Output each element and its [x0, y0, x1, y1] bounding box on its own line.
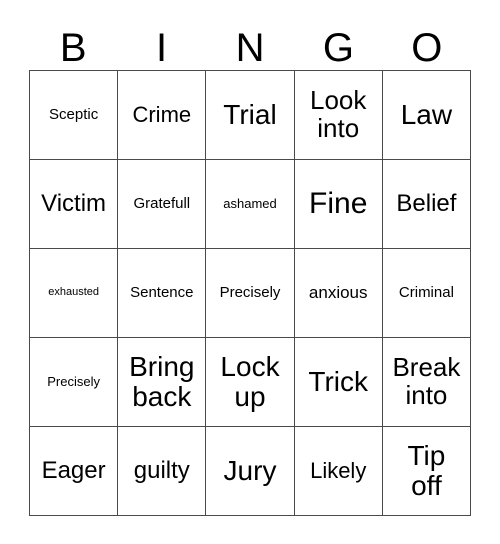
bingo-cell[interactable]: Break into	[382, 338, 472, 427]
bingo-card: B I N G O Sceptic Crime Trial Look into …	[0, 0, 500, 544]
bingo-cell[interactable]: Lock up	[206, 338, 295, 427]
bingo-cell[interactable]: ashamed	[206, 160, 295, 249]
bingo-cell-label: Sceptic	[49, 106, 99, 124]
bingo-cell-label: Trick	[308, 366, 369, 398]
bingo-cell[interactable]: Precisely	[30, 338, 119, 427]
bingo-cell[interactable]: Crime	[118, 71, 207, 160]
bingo-cell-label: Fine	[309, 187, 368, 221]
bingo-cell[interactable]: anxious	[294, 249, 383, 338]
bingo-cell[interactable]: Sceptic	[30, 71, 119, 160]
bingo-cell-label: exhausted	[48, 286, 99, 299]
bingo-row: Precisely Bring back Lock up Trick Break…	[30, 338, 472, 427]
bingo-row: Victim Gratefull ashamed Fine Belief	[30, 160, 472, 249]
bingo-cell-label: Criminal	[398, 284, 454, 302]
bingo-cell-label: Break into	[392, 352, 461, 410]
bingo-cell-label: Gratefull	[133, 195, 191, 213]
bingo-cell[interactable]: Trial	[206, 71, 295, 160]
bingo-header-letter-g: G	[322, 26, 354, 70]
bingo-cell[interactable]: Gratefull	[118, 160, 207, 249]
bingo-cell[interactable]: Eager	[30, 427, 119, 516]
bingo-cell[interactable]: Fine	[294, 160, 383, 249]
bingo-cell-label: Trial	[223, 99, 277, 131]
bingo-cell[interactable]: Look into	[294, 71, 383, 160]
bingo-cell-label: Tip off	[407, 440, 446, 501]
bingo-cell-label: Victim	[41, 190, 107, 218]
bingo-row: exhausted Sentence Precisely anxious Cri…	[30, 249, 472, 338]
bingo-cell[interactable]: Precisely	[206, 249, 295, 338]
bingo-cell-label: Law	[400, 99, 453, 131]
bingo-cell[interactable]: Jury	[206, 427, 295, 516]
bingo-header-letter-b: B	[59, 26, 87, 70]
bingo-cell-label: Precisely	[219, 284, 281, 302]
bingo-cell[interactable]: Trick	[294, 338, 383, 427]
bingo-cell-label: Belief	[396, 190, 457, 218]
bingo-cell-label: Crime	[132, 102, 192, 128]
bingo-cell-label: anxious	[308, 282, 368, 302]
bingo-cell-label: Likely	[310, 458, 367, 484]
bingo-cell-label: guilty	[133, 457, 190, 485]
bingo-cell-label: Bring back	[129, 351, 195, 412]
bingo-cell[interactable]: exhausted	[30, 249, 119, 338]
bingo-header: B I N G O	[29, 18, 471, 68]
bingo-cell[interactable]: guilty	[118, 427, 207, 516]
bingo-cell-label: Precisely	[47, 374, 100, 390]
bingo-cell[interactable]: Victim	[30, 160, 119, 249]
bingo-cell-label: Look into	[310, 85, 367, 143]
bingo-cell[interactable]: Likely	[294, 427, 383, 516]
bingo-cell-label: Jury	[223, 455, 277, 487]
bingo-header-letter-o: O	[411, 26, 443, 70]
bingo-cell[interactable]: Law	[382, 71, 472, 160]
bingo-cell[interactable]: Tip off	[382, 427, 472, 516]
bingo-row: Eager guilty Jury Likely Tip off	[30, 427, 472, 516]
bingo-grid: Sceptic Crime Trial Look into Law Victim…	[29, 70, 472, 516]
bingo-cell[interactable]: Belief	[382, 160, 472, 249]
bingo-cell-label: Sentence	[130, 284, 194, 302]
bingo-cell[interactable]: Sentence	[118, 249, 207, 338]
bingo-cell[interactable]: Bring back	[118, 338, 207, 427]
bingo-header-letter-n: N	[235, 26, 265, 70]
bingo-header-letter-i: I	[156, 26, 168, 70]
bingo-row: Sceptic Crime Trial Look into Law	[30, 71, 472, 160]
bingo-cell-label: ashamed	[223, 196, 277, 212]
bingo-cell[interactable]: Criminal	[382, 249, 472, 338]
bingo-cell-label: Lock up	[220, 351, 280, 412]
bingo-cell-label: Eager	[41, 457, 106, 485]
